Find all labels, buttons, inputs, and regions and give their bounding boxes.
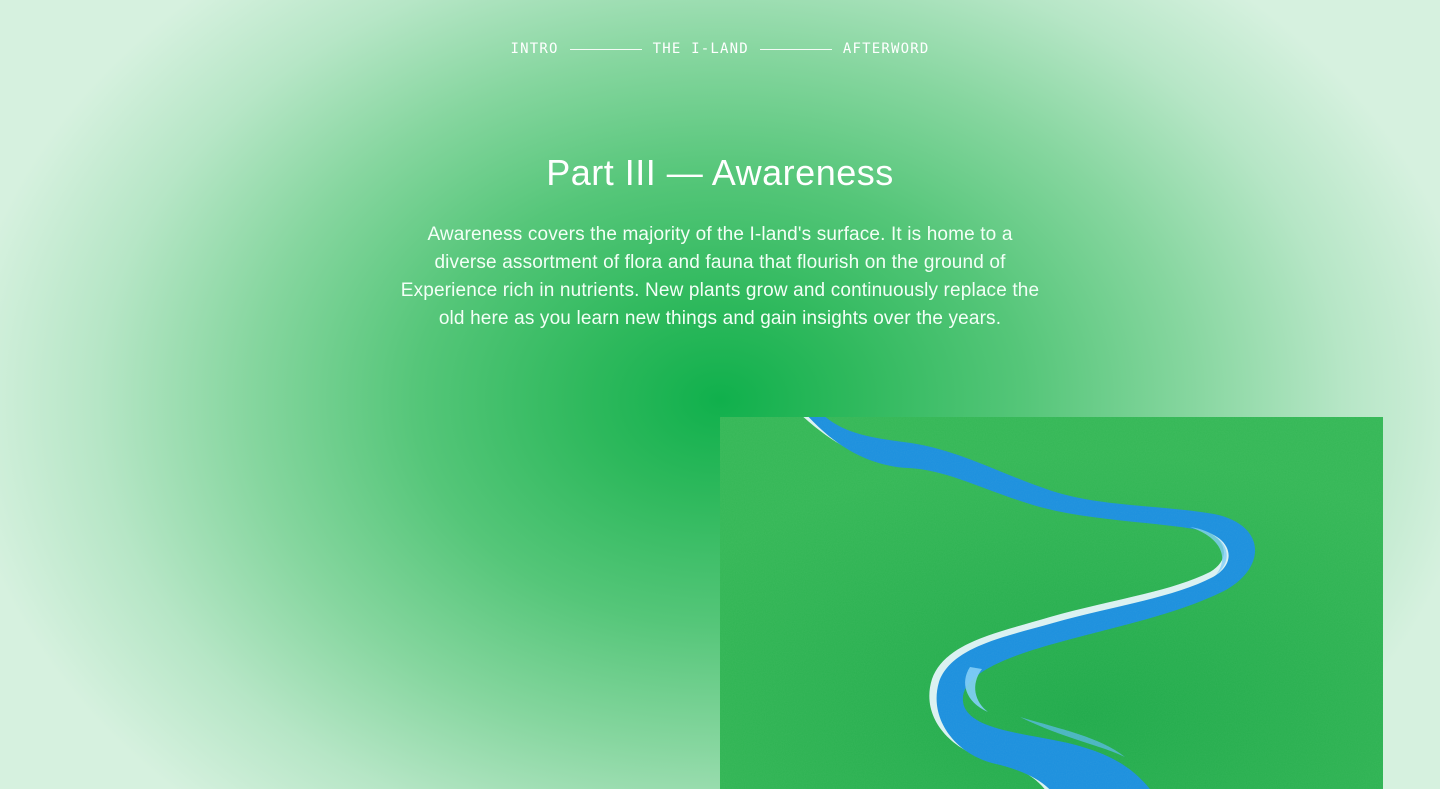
river-illustration	[720, 417, 1383, 789]
nav-link-the-i-land[interactable]: THE I-LAND	[653, 39, 749, 59]
nav-link-afterword[interactable]: AFTERWORD	[843, 39, 930, 59]
river-illustration-svg	[720, 417, 1383, 789]
section-title: Part III — Awareness	[546, 152, 894, 193]
nav-divider	[569, 48, 642, 50]
section-description: Awareness covers the majority of the I-l…	[400, 224, 1040, 329]
chapter-nav: INTRO THE I-LAND AFTERWORD	[0, 39, 1440, 59]
nav-link-intro[interactable]: INTRO	[510, 39, 558, 59]
nav-divider	[759, 48, 832, 50]
grain-texture	[720, 417, 1383, 789]
